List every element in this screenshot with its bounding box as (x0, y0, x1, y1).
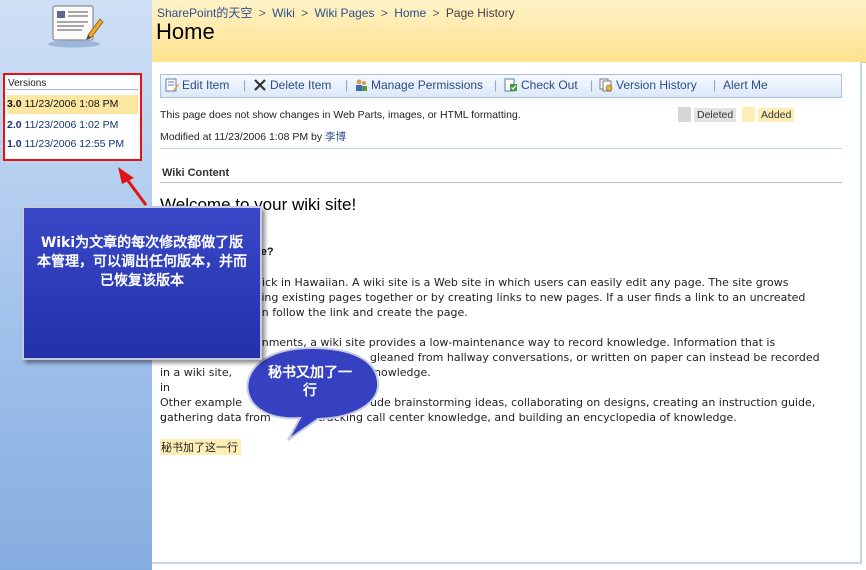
speech-bubble-text: 秘书又加了一行 (268, 365, 352, 399)
red-arrow-icon (118, 167, 148, 206)
annotation-callout-versions: Wiki为文章的每次修改都做了版本管理，可以调出任何版本，并而已恢复该版本 (22, 206, 262, 360)
callout-text: Wiki为文章的每次修改都做了版本管理，可以调出任何版本，并而已恢复该版本 (37, 235, 247, 289)
